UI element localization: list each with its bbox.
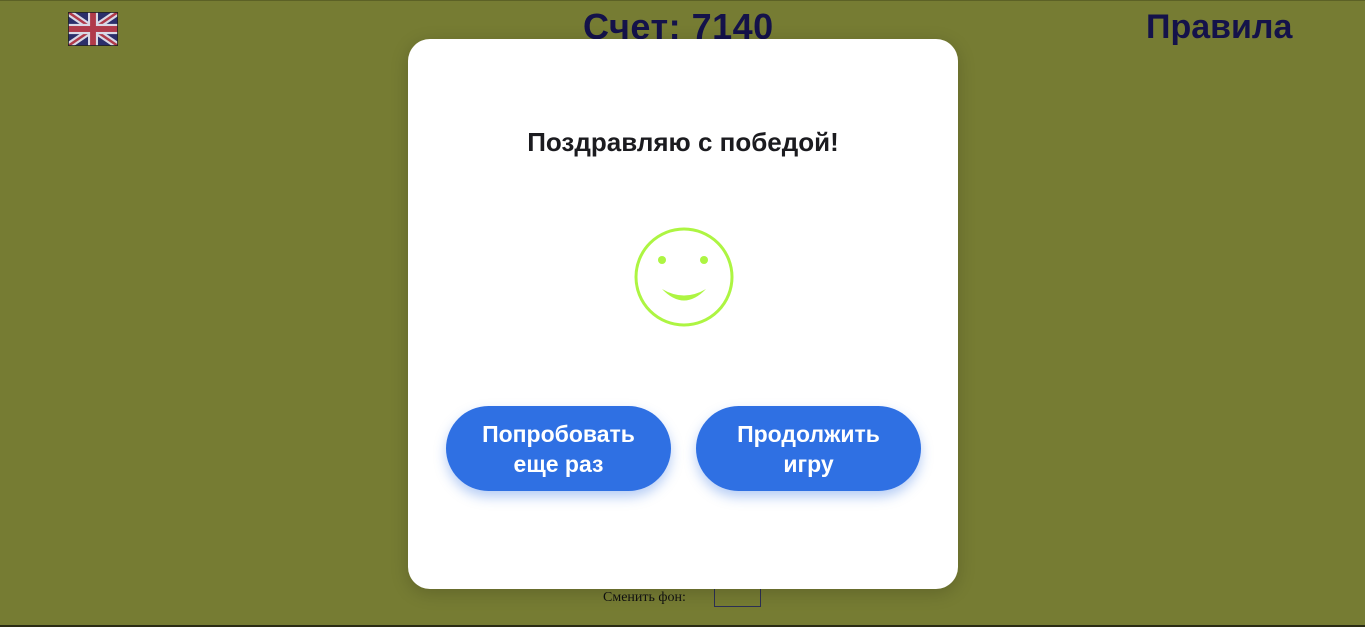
top-border [0,0,1365,1]
change-background-label: Сменить фон: [603,590,686,605]
victory-dialog: Поздравляю с победой! Попробовать еще ра… [408,39,958,589]
language-switch-button[interactable] [68,12,118,46]
dialog-title: Поздравляю с победой! [527,127,839,157]
smiley-face-icon [633,226,735,328]
rules-link[interactable]: Правила [1146,8,1292,47]
continue-game-button[interactable]: Продолжить игру [696,406,921,491]
try-again-button[interactable]: Попробовать еще раз [446,406,671,491]
background-color-picker[interactable] [714,587,761,607]
uk-flag-icon [68,12,118,46]
